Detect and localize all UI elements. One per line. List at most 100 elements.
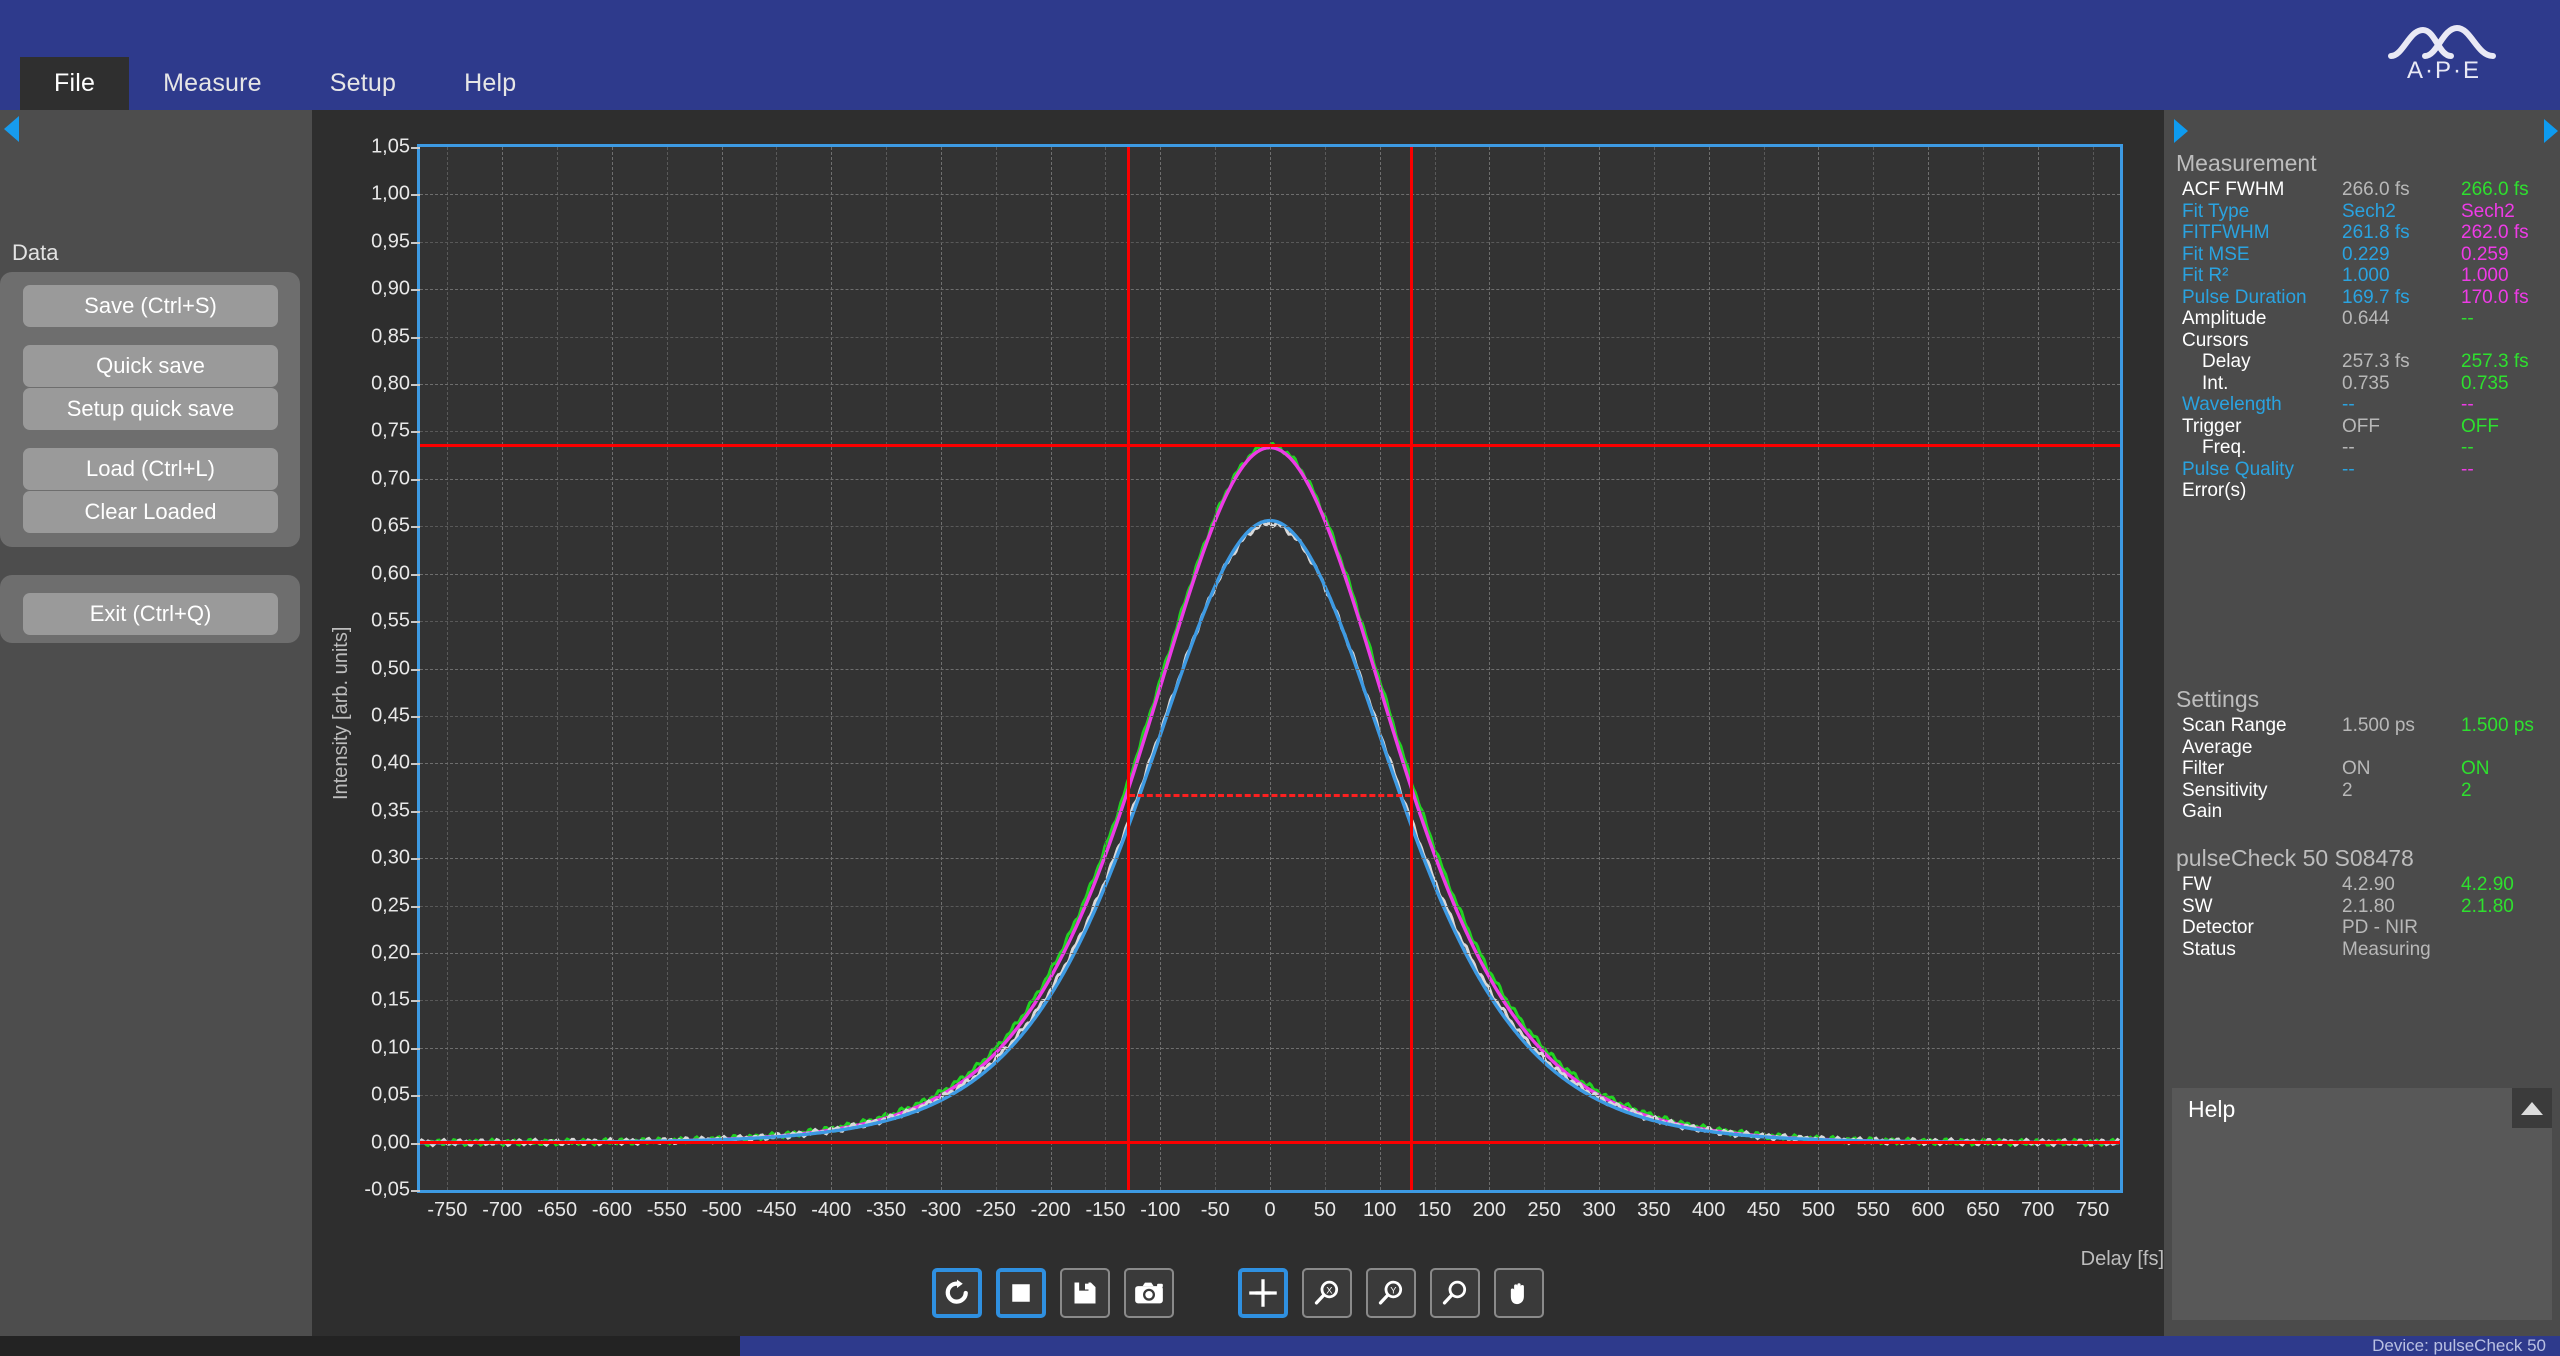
x-axis-tick: -250 xyxy=(976,1199,1016,1222)
panel-expand-right-icon[interactable] xyxy=(2544,119,2558,143)
device-row-status: StatusMeasuring xyxy=(2164,939,2560,961)
x-axis-tick: 600 xyxy=(1911,1199,1944,1222)
crosshair-icon xyxy=(1248,1278,1278,1308)
y-axis-tick-mark xyxy=(411,242,420,244)
measurement-row-error-s-label: Error(s) xyxy=(2164,480,2246,502)
measurement-row-int: Int.0.7350.735 xyxy=(2164,373,2560,395)
horizontal-cursor-baseline[interactable] xyxy=(420,1141,2120,1144)
measurement-row-int-label: Int. xyxy=(2164,373,2228,395)
sidebar-button-save-ctrl-s[interactable]: Save (Ctrl+S) xyxy=(23,285,278,327)
toolbar-button-pan[interactable] xyxy=(1494,1268,1544,1318)
device-row-sw-label: SW xyxy=(2164,896,2213,918)
measurement-row-pulse-duration-value-loaded: 169.7 fs xyxy=(2342,287,2410,309)
measurement-row-delay: Delay257.3 fs257.3 fs xyxy=(2164,351,2560,373)
grid-line-horizontal xyxy=(420,716,2120,717)
sidebar-button-quick-save[interactable]: Quick save xyxy=(23,345,278,387)
x-axis-tick: -100 xyxy=(1140,1199,1180,1222)
toolbar-group-navigation: XY xyxy=(1238,1268,1544,1318)
y-axis-tick-mark xyxy=(411,431,420,433)
measurement-row-fit-r-label: Fit R² xyxy=(2164,265,2228,287)
floppy-disk-icon xyxy=(1071,1279,1099,1307)
measurement-row-error-s: Error(s) xyxy=(2164,480,2560,502)
x-axis-tick: -700 xyxy=(482,1199,522,1222)
y-axis-tick-mark xyxy=(411,194,420,196)
y-axis-tick: 0,95 xyxy=(320,230,410,253)
y-axis-tick-mark xyxy=(411,337,420,339)
toolbar-button-zoom[interactable] xyxy=(1430,1268,1480,1318)
grid-line-horizontal xyxy=(420,242,2120,243)
grid-line-horizontal xyxy=(420,906,2120,907)
x-axis-tick: 500 xyxy=(1802,1199,1835,1222)
toolbar-button-run-loop[interactable] xyxy=(932,1268,982,1318)
horizontal-cursor-intensity[interactable] xyxy=(420,444,2120,447)
measurement-row-trigger-value-live: OFF xyxy=(2461,416,2499,438)
settings-row-filter-value-live: ON xyxy=(2461,758,2490,780)
sidebar-collapse-icon[interactable] xyxy=(4,116,19,142)
menu-item-file[interactable]: File xyxy=(20,57,129,110)
measurement-row-pulse-duration: Pulse Duration169.7 fs170.0 fs xyxy=(2164,287,2560,309)
x-axis-tick: -450 xyxy=(756,1199,796,1222)
svg-text:X: X xyxy=(1326,1285,1333,1295)
y-axis-tick: 1,05 xyxy=(320,136,410,159)
x-axis-tick: 700 xyxy=(2021,1199,2054,1222)
measurement-row-fitfwhm-value-live: 262.0 fs xyxy=(2461,222,2529,244)
menu-item-setup[interactable]: Setup xyxy=(296,57,430,110)
settings-row-filter-label: Filter xyxy=(2164,758,2224,780)
sidebar-button-setup-quick-save[interactable]: Setup quick save xyxy=(23,388,278,430)
measurement-row-trigger: TriggerOFFOFF xyxy=(2164,416,2560,438)
panel-expand-left-icon[interactable] xyxy=(2174,119,2188,143)
toolbar-button-zoom-x[interactable]: X xyxy=(1302,1268,1352,1318)
right-panel: Measurement ACF FWHM266.0 fs266.0 fsFit … xyxy=(2164,110,2560,1336)
y-axis-tick-mark xyxy=(411,669,420,671)
toolbar-button-stop[interactable] xyxy=(996,1268,1046,1318)
measurement-row-pulse-quality-label: Pulse Quality xyxy=(2164,459,2294,481)
measurement-row-fitfwhm-value-loaded: 261.8 fs xyxy=(2342,222,2410,244)
x-axis-tick: -150 xyxy=(1085,1199,1125,1222)
y-axis-tick: 0,90 xyxy=(320,278,410,301)
grid-line-horizontal xyxy=(420,194,2120,195)
x-axis-tick: 450 xyxy=(1747,1199,1780,1222)
y-axis-tick-mark xyxy=(411,906,420,908)
svg-text:A·P·E: A·P·E xyxy=(2407,57,2481,84)
grid-line-horizontal xyxy=(420,811,2120,812)
vertical-cursor-right[interactable] xyxy=(1410,147,1413,1190)
measurement-row-pulse-quality-value-loaded: -- xyxy=(2342,459,2355,481)
settings-row-average-label: Average xyxy=(2164,737,2252,759)
measurement-row-delay-value-loaded: 257.3 fs xyxy=(2342,351,2410,373)
measurement-row-delay-value-live: 257.3 fs xyxy=(2461,351,2529,373)
y-axis-tick: 0,85 xyxy=(320,325,410,348)
stop-square-icon xyxy=(1006,1278,1036,1308)
toolbar-button-zoom-y[interactable]: Y xyxy=(1366,1268,1416,1318)
sidebar-button-load-ctrl-l[interactable]: Load (Ctrl+L) xyxy=(23,448,278,490)
sidebar-button-exit-ctrl-q[interactable]: Exit (Ctrl+Q) xyxy=(23,593,278,635)
x-axis-tick: -400 xyxy=(811,1199,851,1222)
measurement-row-fit-r: Fit R²1.0001.000 xyxy=(2164,265,2560,287)
sidebar-button-clear-loaded[interactable]: Clear Loaded xyxy=(23,491,278,533)
toolbar-button-cursor[interactable] xyxy=(1238,1268,1288,1318)
ape-logo-graphic: A·P·E xyxy=(2383,16,2505,84)
y-axis-tick-mark xyxy=(411,953,420,955)
help-scroll-up-button[interactable] xyxy=(2512,1088,2552,1128)
vertical-cursor-left[interactable] xyxy=(1127,147,1130,1190)
toolbar-button-save-data[interactable] xyxy=(1060,1268,1110,1318)
device-block: pulseCheck 50 S08478 FW4.2.904.2.90SW2.1… xyxy=(2164,845,2560,960)
measurement-row-fit-mse-label: Fit MSE xyxy=(2164,244,2250,266)
grid-line-horizontal xyxy=(420,953,2120,954)
x-axis-tick: 0 xyxy=(1264,1199,1275,1222)
y-axis-tick: 0,35 xyxy=(320,799,410,822)
menu-item-measure[interactable]: Measure xyxy=(129,57,296,110)
magnifier-icon xyxy=(1441,1279,1469,1307)
menu-item-help[interactable]: Help xyxy=(430,57,550,110)
plot-area[interactable]: -750-700-650-600-550-500-450-400-350-300… xyxy=(417,144,2123,1193)
device-row-detector-value-loaded: PD - NIR xyxy=(2342,917,2418,939)
y-axis-tick: 0,70 xyxy=(320,467,410,490)
y-axis-tick-mark xyxy=(411,384,420,386)
chart-pane: Intensity [arb. units] Delay [fs] -750-7… xyxy=(312,110,2164,1336)
measurement-row-fit-r-value-live: 1.000 xyxy=(2461,265,2509,287)
x-axis-tick: 650 xyxy=(1966,1199,1999,1222)
settings-row-sensitivity-label: Sensitivity xyxy=(2164,780,2268,802)
settings-row-filter: FilterONON xyxy=(2164,758,2560,780)
y-axis-tick-mark xyxy=(411,526,420,528)
toolbar-button-screenshot[interactable] xyxy=(1124,1268,1174,1318)
toolbar-group-acquisition xyxy=(932,1268,1174,1318)
